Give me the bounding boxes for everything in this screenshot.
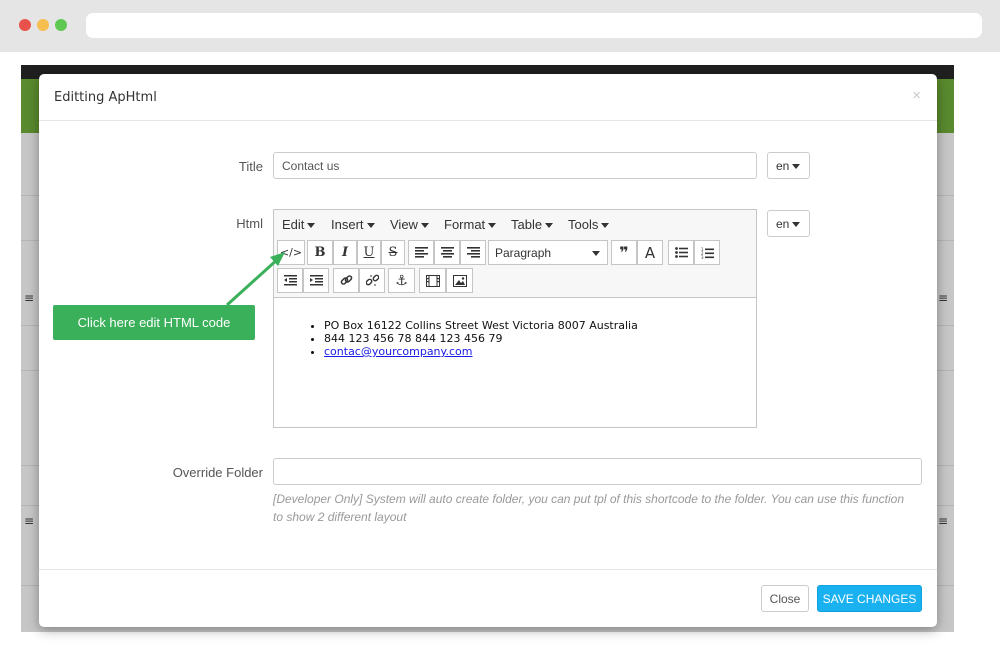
menu-table-label: Table <box>511 217 543 232</box>
align-left-icon <box>414 247 428 258</box>
strikethrough-button[interactable]: S <box>381 240 405 265</box>
language-value: en <box>776 159 790 173</box>
bullet-list-icon <box>674 247 688 258</box>
menu-tools-label: Tools <box>568 217 599 232</box>
caret-down-icon <box>592 251 600 256</box>
numbered-list-icon: 123 <box>701 247 714 259</box>
menu-table[interactable]: Table <box>511 217 554 232</box>
caret-down-icon <box>545 223 554 229</box>
align-right-button[interactable] <box>460 240 486 265</box>
menu-edit-label: Edit <box>282 217 305 232</box>
window-close-dot[interactable] <box>19 19 31 31</box>
block-format-select[interactable]: Paragraph <box>488 240 608 265</box>
menu-view[interactable]: View <box>390 217 429 232</box>
menu-format[interactable]: Format <box>444 217 497 232</box>
block-format-value: Paragraph <box>495 246 552 260</box>
strikethrough-icon: S <box>388 245 398 260</box>
text-color-icon: A <box>644 243 656 262</box>
anchor-button[interactable]: ⚓ <box>388 268 415 293</box>
unlink-icon <box>365 274 379 286</box>
drag-handle-icon: ≡ <box>24 291 35 305</box>
film-icon <box>425 274 440 287</box>
menu-view-label: View <box>390 217 418 232</box>
menu-tools[interactable]: Tools <box>568 217 610 232</box>
save-changes-button[interactable]: SAVE CHANGES <box>817 585 922 612</box>
close-icon[interactable]: × <box>912 87 921 104</box>
italic-button[interactable]: I <box>333 240 357 265</box>
bold-icon: B <box>314 245 326 260</box>
browser-chrome <box>0 0 1000 52</box>
contact-list: PO Box 16122 Collins Street West Victori… <box>324 319 638 358</box>
drag-handle-icon: ≡ <box>938 514 949 528</box>
italic-icon: I <box>341 245 349 260</box>
caret-down-icon <box>488 223 497 229</box>
list-item: 844 123 456 78 844 123 456 79 <box>324 332 638 345</box>
source-code-button[interactable]: </> <box>277 240 305 265</box>
override-folder-help: [Developer Only] System will auto create… <box>273 492 905 524</box>
list-item: contac@yourcompany.com <box>324 345 638 358</box>
caret-down-icon <box>792 222 801 228</box>
override-folder-label: Override Folder <box>172 465 263 480</box>
insert-link-button[interactable] <box>333 268 359 293</box>
modal-header: Editting ApHtml × <box>39 74 937 121</box>
anchor-icon: ⚓ <box>395 272 408 289</box>
bullet-list-button[interactable] <box>668 240 694 265</box>
text-color-button[interactable]: A <box>637 240 663 265</box>
caret-down-icon <box>366 223 375 229</box>
list-item: PO Box 16122 Collins Street West Victori… <box>324 319 638 332</box>
outdent-icon <box>283 275 297 286</box>
title-label: Title <box>238 159 263 174</box>
menu-edit[interactable]: Edit <box>282 217 316 232</box>
window-minimize-dot[interactable] <box>37 19 49 31</box>
align-center-button[interactable] <box>434 240 460 265</box>
override-folder-input[interactable] <box>273 458 922 485</box>
align-left-button[interactable] <box>408 240 434 265</box>
address-bar[interactable] <box>86 13 982 38</box>
bold-button[interactable]: B <box>307 240 333 265</box>
insert-image-button[interactable] <box>446 268 473 293</box>
quote-icon: ❞ <box>619 243 629 262</box>
svg-text:3: 3 <box>701 255 704 259</box>
indent-icon <box>309 275 323 286</box>
editor-menubar: Edit Insert View Format Table Tools <box>274 210 756 237</box>
title-language-dropdown[interactable]: en <box>767 152 810 179</box>
unlink-button[interactable] <box>359 268 385 293</box>
code-icon: </> <box>279 246 303 259</box>
edit-modal: Editting ApHtml × Title Contact us en Ht… <box>39 74 937 627</box>
window-maximize-dot[interactable] <box>55 19 67 31</box>
link-icon <box>340 275 352 285</box>
title-input[interactable]: Contact us <box>273 152 757 179</box>
menu-insert-label: Insert <box>331 217 364 232</box>
blockquote-button[interactable]: ❞ <box>611 240 637 265</box>
language-value: en <box>776 217 790 231</box>
drag-handle-icon: ≡ <box>24 514 35 528</box>
underline-button[interactable]: U <box>357 240 381 265</box>
outdent-button[interactable] <box>277 268 303 293</box>
annotation-callout: Click here edit HTML code <box>53 305 255 340</box>
rich-text-editor: Edit Insert View Format Table Tools </> … <box>273 209 757 428</box>
caret-down-icon <box>792 164 801 170</box>
menu-format-label: Format <box>444 217 486 232</box>
image-icon <box>452 274 467 287</box>
email-link[interactable]: contac@yourcompany.com <box>324 345 472 358</box>
editor-toolbar: </> B I U S Paragraph ❞ A 1 2 3 ⚓ <box>274 237 756 298</box>
html-label: Html <box>236 216 263 231</box>
underline-icon: U <box>363 245 375 260</box>
close-button[interactable]: Close <box>761 585 809 612</box>
align-right-icon <box>466 247 480 258</box>
align-center-icon <box>440 247 454 258</box>
modal-title: Editting ApHtml <box>54 90 157 105</box>
caret-down-icon <box>307 223 316 229</box>
drag-handle-icon: ≡ <box>938 291 949 305</box>
indent-button[interactable] <box>303 268 329 293</box>
menu-insert[interactable]: Insert <box>331 217 375 232</box>
caret-down-icon <box>420 223 429 229</box>
caret-down-icon <box>601 223 610 229</box>
html-language-dropdown[interactable]: en <box>767 210 810 237</box>
insert-video-button[interactable] <box>419 268 446 293</box>
numbered-list-button[interactable]: 123 <box>694 240 720 265</box>
editor-content-area[interactable]: PO Box 16122 Collins Street West Victori… <box>274 299 756 427</box>
